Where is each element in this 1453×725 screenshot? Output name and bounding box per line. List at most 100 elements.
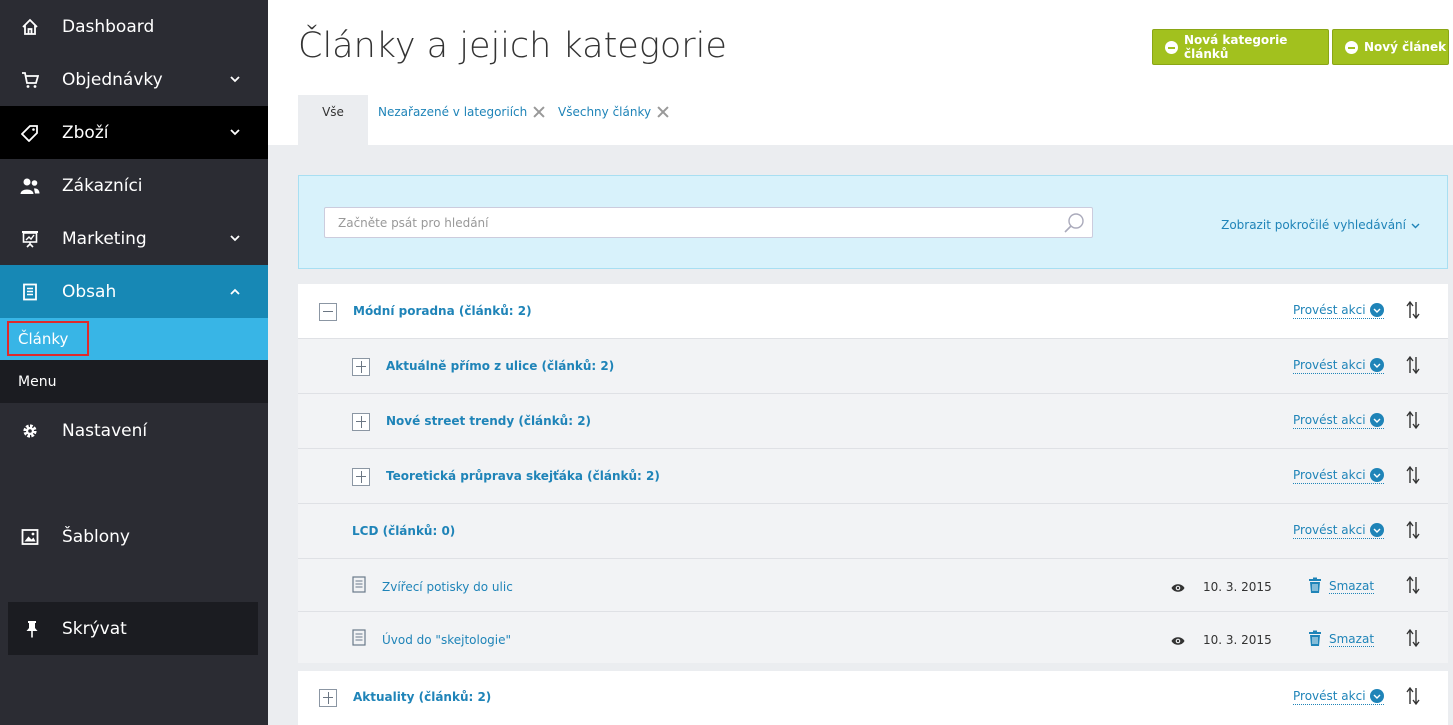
tree-row-category: Aktuality (článků: 2) Provést akci bbox=[298, 663, 1448, 725]
sort-handle-icon[interactable] bbox=[1405, 300, 1421, 320]
tab-label: Vše bbox=[322, 105, 344, 119]
chevron-down-icon bbox=[228, 232, 242, 246]
book-icon bbox=[20, 282, 40, 302]
tree-row-category: Aktuálně přímo z ulice (článků: 2) Prové… bbox=[298, 339, 1448, 394]
sidebar-item-label: Zboží bbox=[62, 122, 109, 143]
advanced-search-toggle[interactable]: Zobrazit pokročilé vyhledávání bbox=[1221, 218, 1420, 232]
chevron-down-icon bbox=[1369, 413, 1384, 427]
sidebar-item-products[interactable]: Zboží bbox=[0, 106, 268, 159]
chevron-down-icon bbox=[1369, 358, 1384, 372]
eye-icon[interactable] bbox=[1171, 579, 1185, 592]
new-article-button[interactable]: Nový článek bbox=[1332, 29, 1449, 65]
delete-link[interactable]: Smazat bbox=[1329, 579, 1375, 594]
trash-icon[interactable] bbox=[1308, 630, 1322, 647]
sort-handle-icon[interactable] bbox=[1405, 575, 1421, 595]
sidebar-item-settings[interactable]: Nastavení bbox=[0, 404, 268, 457]
delete-link[interactable]: Smazat bbox=[1329, 632, 1375, 647]
sort-handle-icon[interactable] bbox=[1405, 355, 1421, 375]
sidebar-item-customers[interactable]: Zákazníci bbox=[0, 159, 268, 212]
cart-icon bbox=[20, 70, 40, 90]
tab-all-articles[interactable]: Všechny články bbox=[558, 105, 669, 119]
document-icon bbox=[352, 576, 366, 593]
advanced-search-label: Zobrazit pokročilé vyhledávání bbox=[1221, 218, 1406, 232]
article-label[interactable]: Zvířecí potisky do ulic bbox=[382, 580, 513, 594]
sort-handle-icon[interactable] bbox=[1405, 410, 1421, 430]
collapse-toggle[interactable] bbox=[319, 303, 337, 321]
tree-row-category: LCD (článků: 0) Provést akci bbox=[298, 504, 1448, 559]
users-icon bbox=[20, 176, 40, 196]
sidebar-item-label: Šablony bbox=[62, 526, 130, 547]
chevron-down-icon bbox=[1369, 468, 1384, 482]
action-dropdown[interactable]: Provést akci bbox=[1293, 358, 1384, 374]
search-input[interactable] bbox=[324, 207, 1093, 238]
sidebar: Dashboard Objednávky Zboží Zákazníci Mar… bbox=[0, 0, 268, 725]
action-label: Provést akci bbox=[1293, 303, 1366, 317]
category-label[interactable]: Nové street trendy (článků: 2) bbox=[386, 414, 591, 428]
sidebar-item-label: Dashboard bbox=[62, 16, 155, 37]
page-title: Články a jejich kategorie bbox=[298, 26, 727, 66]
tree-row-category: Nové street trendy (článků: 2) Provést a… bbox=[298, 394, 1448, 449]
expand-toggle[interactable] bbox=[352, 413, 370, 431]
sort-handle-icon[interactable] bbox=[1405, 628, 1421, 648]
tree-row-article: Úvod do "skejtologie" 10. 3. 2015 Smazat bbox=[298, 612, 1448, 665]
tree-row-article: Zvířecí potisky do ulic 10. 3. 2015 Smaz… bbox=[298, 559, 1448, 612]
sidebar-item-templates[interactable]: Šablony bbox=[0, 510, 268, 563]
new-category-label: Nová kategorie článků bbox=[1184, 33, 1288, 61]
chevron-up-icon bbox=[228, 285, 242, 299]
action-label: Provést akci bbox=[1293, 523, 1366, 537]
category-label[interactable]: Teoretická průprava skejťáka (článků: 2) bbox=[386, 469, 660, 483]
tree-row-category: Teoretická průprava skejťáka (článků: 2)… bbox=[298, 449, 1448, 504]
page-header: Články a jejich kategorie Nová kategorie… bbox=[268, 0, 1453, 145]
action-label: Provést akci bbox=[1293, 468, 1366, 482]
sort-handle-icon[interactable] bbox=[1405, 520, 1421, 540]
sidebar-item-marketing[interactable]: Marketing bbox=[0, 212, 268, 265]
close-icon[interactable] bbox=[657, 106, 669, 118]
action-label: Provést akci bbox=[1293, 413, 1366, 427]
action-label: Provést akci bbox=[1293, 358, 1366, 372]
expand-toggle[interactable] bbox=[352, 358, 370, 376]
action-dropdown[interactable]: Provést akci bbox=[1293, 303, 1384, 319]
tab-uncategorized[interactable]: Nezařazené v lategoriích bbox=[378, 105, 545, 119]
sidebar-item-content[interactable]: Obsah bbox=[0, 265, 268, 318]
category-label[interactable]: LCD (článků: 0) bbox=[352, 524, 455, 538]
trash-icon[interactable] bbox=[1308, 577, 1322, 594]
chevron-down-icon bbox=[1369, 303, 1384, 317]
action-dropdown[interactable]: Provést akci bbox=[1293, 468, 1384, 484]
category-label[interactable]: Módní poradna (článků: 2) bbox=[353, 304, 532, 318]
sidebar-item-label: Marketing bbox=[62, 228, 147, 249]
close-icon[interactable] bbox=[533, 106, 545, 118]
category-label[interactable]: Aktuálně přímo z ulice (článků: 2) bbox=[386, 359, 614, 373]
chevron-down-icon bbox=[1369, 689, 1384, 703]
category-label[interactable]: Aktuality (článků: 2) bbox=[353, 690, 491, 704]
sidebar-item-label: Zákazníci bbox=[62, 175, 143, 196]
expand-toggle[interactable] bbox=[352, 468, 370, 486]
eye-icon[interactable] bbox=[1171, 632, 1185, 645]
new-article-label: Nový článek bbox=[1364, 40, 1447, 54]
tab-all[interactable]: Vše bbox=[298, 95, 368, 145]
action-dropdown[interactable]: Provést akci bbox=[1293, 413, 1384, 429]
sidebar-subitem-label: Menu bbox=[18, 374, 57, 390]
tab-label: Všechny články bbox=[558, 105, 652, 119]
tree-row-category: Módní poradna (článků: 2) Provést akci bbox=[298, 284, 1448, 339]
sidebar-item-orders[interactable]: Objednávky bbox=[0, 53, 268, 106]
action-dropdown[interactable]: Provést akci bbox=[1293, 523, 1384, 539]
sidebar-subitem-articles[interactable]: Články bbox=[0, 318, 268, 360]
sidebar-item-dashboard[interactable]: Dashboard bbox=[0, 0, 268, 53]
chevron-down-icon bbox=[228, 126, 242, 140]
action-dropdown[interactable]: Provést akci bbox=[1293, 689, 1384, 705]
search-panel: Zobrazit pokročilé vyhledávání bbox=[298, 175, 1448, 269]
search-icon[interactable] bbox=[1063, 212, 1085, 234]
action-label: Provést akci bbox=[1293, 689, 1366, 703]
sort-handle-icon[interactable] bbox=[1405, 465, 1421, 485]
hide-sidebar-button[interactable]: Skrývat bbox=[8, 602, 258, 655]
tab-label: Nezařazené v lategoriích bbox=[378, 105, 528, 119]
sidebar-subitem-menu[interactable]: Menu bbox=[0, 360, 268, 403]
sidebar-subitem-label: Články bbox=[18, 330, 69, 348]
expand-toggle[interactable] bbox=[319, 689, 337, 707]
presentation-icon bbox=[20, 229, 40, 249]
article-label[interactable]: Úvod do "skejtologie" bbox=[382, 633, 511, 647]
article-date: 10. 3. 2015 bbox=[1203, 633, 1272, 647]
article-date: 10. 3. 2015 bbox=[1203, 580, 1272, 594]
sort-handle-icon[interactable] bbox=[1405, 686, 1421, 706]
new-category-button[interactable]: Nová kategorie článků bbox=[1152, 29, 1329, 65]
